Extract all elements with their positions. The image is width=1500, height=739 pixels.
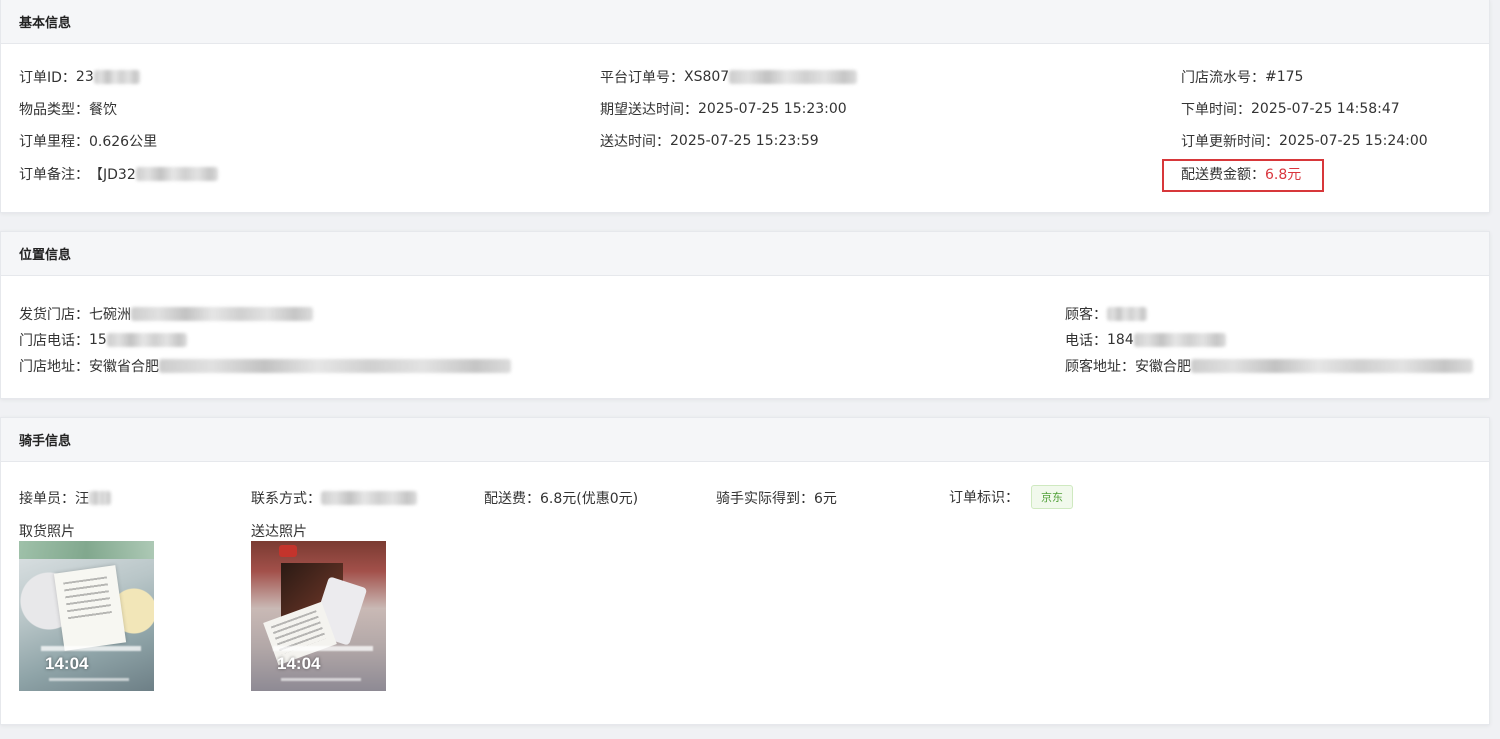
customer-address-label: 顾客地址： (1065, 359, 1135, 375)
rider-earn-value: 6元 (814, 491, 837, 507)
store-phone-field: 门店电话： 15 (19, 330, 187, 350)
customer-phone-redacted (1133, 333, 1226, 347)
delivery-photo-title: 送达照片 (251, 524, 307, 540)
order-id-value: 23 (75, 69, 94, 85)
order-time-label: 下单时间： (1181, 102, 1251, 118)
order-tag-label: 订单标识： (949, 490, 1019, 506)
delivery-photo-badge (279, 545, 297, 557)
store-serial-label: 门店流水号： (1181, 70, 1265, 86)
customer-label: 顾客： (1065, 307, 1107, 323)
contact-label: 联系方式： (251, 491, 321, 507)
rider-earn-field: 骑手实际得到： 6元 (716, 488, 837, 508)
customer-address-value: 安徽合肥 (1135, 359, 1191, 375)
store-phone-label: 门店电话： (19, 333, 89, 349)
store-phone-value: 15 (89, 332, 107, 348)
basic-info-header: 基本信息 (1, 0, 1489, 44)
pickup-photo-time: 14:04 (45, 654, 89, 673)
remark-label: 订单备注： (19, 167, 89, 183)
item-type-field: 物品类型： 餐饮 (19, 99, 117, 119)
receiver-value: 汪 (75, 491, 89, 507)
receiver-label: 接单员： (19, 491, 75, 507)
customer-phone-field: 电话： 184 (1065, 330, 1226, 350)
basic-info-card: 基本信息 订单ID： 23 平台订单号： XS807 门店流水号： #175 物… (0, 0, 1490, 213)
store-address-redacted (159, 359, 511, 373)
delivery-photo-caption (281, 678, 361, 681)
customer-redacted (1107, 307, 1147, 321)
ship-store-redacted (131, 307, 313, 321)
updated-time-field: 订单更新时间： 2025-07-25 15:24:00 (1181, 131, 1428, 151)
order-time-field: 下单时间： 2025-07-25 14:58:47 (1181, 99, 1400, 119)
expected-time-value: 2025-07-25 15:23:00 (698, 101, 847, 117)
order-id-field: 订单ID： 23 (19, 67, 140, 87)
delivered-time-field: 送达时间： 2025-07-25 15:23:59 (600, 131, 819, 151)
order-tag-field: 订单标识： 京东 (949, 485, 1073, 509)
platform-order-label: 平台订单号： (600, 70, 684, 86)
ship-store-label: 发货门店： (19, 307, 89, 323)
store-address-value: 安徽省合肥 (89, 359, 159, 375)
ship-store-field: 发货门店： 七碗洲 (19, 304, 313, 324)
location-info-header: 位置信息 (1, 232, 1489, 276)
order-id-label: 订单ID： (19, 70, 76, 86)
contact-redacted (321, 491, 417, 505)
pickup-photo[interactable]: 14:04 (19, 541, 154, 691)
distance-label: 订单里程： (19, 134, 89, 150)
platform-order-field: 平台订单号： XS807 (600, 67, 858, 87)
pickup-photo-receipt (53, 565, 127, 651)
item-type-label: 物品类型： (19, 102, 89, 118)
platform-order-redacted (729, 70, 858, 84)
contact-field: 联系方式： (251, 488, 417, 508)
order-time-value: 2025-07-25 14:58:47 (1251, 101, 1400, 117)
remark-redacted (135, 167, 218, 181)
delivery-fee-amount-value: 6.8元 (1265, 167, 1302, 183)
pickup-photo-caption (49, 678, 129, 681)
rider-info-card: 骑手信息 接单员： 汪 联系方式： 配送费： 6.8元(优惠0元) 骑手实际得到… (0, 417, 1490, 725)
location-info-card: 位置信息 发货门店： 七碗洲 门店电话： 15 门店地址： 安徽省合肥 顾客： … (0, 231, 1490, 399)
rider-earn-label: 骑手实际得到： (716, 491, 814, 507)
rider-delivery-fee-value: 6.8元(优惠0元) (540, 491, 639, 507)
expected-time-field: 期望送达时间： 2025-07-25 15:23:00 (600, 99, 847, 119)
receiver-redacted (89, 491, 111, 505)
item-type-value: 餐饮 (89, 102, 117, 118)
updated-time-label: 订单更新时间： (1181, 134, 1279, 150)
remark-value: 【JD32 (89, 167, 136, 183)
platform-order-value: XS807 (684, 69, 730, 85)
distance-field: 订单里程： 0.626公里 (19, 131, 157, 151)
order-id-redacted (93, 70, 140, 84)
pickup-photo-title: 取货照片 (19, 524, 75, 540)
delivery-photo-time: 14:04 (277, 654, 321, 673)
store-address-field: 门店地址： 安徽省合肥 (19, 356, 511, 376)
delivery-photo[interactable]: 14:04 (251, 541, 386, 691)
expected-time-label: 期望送达时间： (600, 102, 698, 118)
ship-store-value: 七碗洲 (89, 307, 131, 323)
distance-value: 0.626公里 (89, 134, 158, 150)
customer-field: 顾客： (1065, 304, 1147, 324)
pickup-photo-band (19, 541, 154, 559)
rider-delivery-fee-label: 配送费： (484, 491, 540, 507)
delivery-photo-coord (273, 646, 373, 651)
store-serial-field: 门店流水号： #175 (1181, 67, 1303, 87)
store-address-label: 门店地址： (19, 359, 89, 375)
remark-field: 订单备注： 【JD32 (19, 164, 218, 184)
updated-time-value: 2025-07-25 15:24:00 (1279, 133, 1428, 149)
store-serial-value: #175 (1265, 69, 1304, 85)
customer-address-redacted (1191, 359, 1473, 373)
delivered-time-value: 2025-07-25 15:23:59 (670, 133, 819, 149)
delivery-fee-amount-field: 配送费金额： 6.8元 (1181, 164, 1301, 184)
order-tag-badge: 京东 (1031, 485, 1073, 509)
customer-address-field: 顾客地址： 安徽合肥 (1065, 356, 1473, 376)
customer-phone-label: 电话： (1065, 333, 1107, 349)
store-phone-redacted (106, 333, 187, 347)
pickup-photo-coord (41, 646, 141, 651)
delivery-fee-amount-label: 配送费金额： (1181, 167, 1265, 183)
customer-phone-value: 184 (1107, 332, 1134, 348)
receiver-field: 接单员： 汪 (19, 488, 111, 508)
delivered-time-label: 送达时间： (600, 134, 670, 150)
rider-info-header: 骑手信息 (1, 418, 1489, 462)
rider-delivery-fee-field: 配送费： 6.8元(优惠0元) (484, 488, 638, 508)
